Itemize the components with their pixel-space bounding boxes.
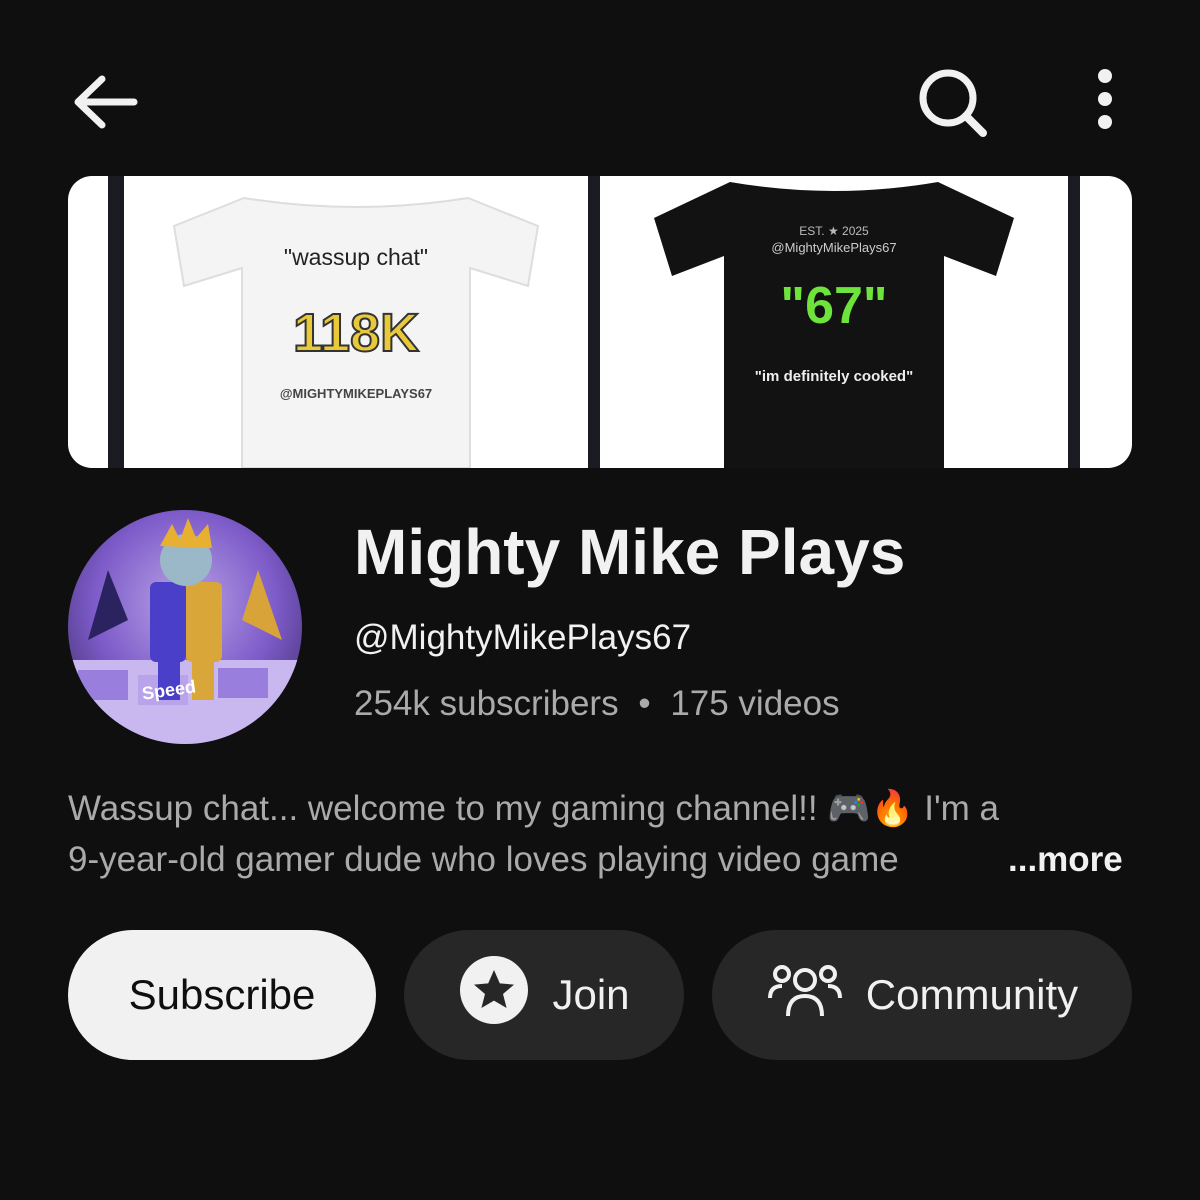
description-fade [940, 840, 1004, 884]
more-options-button[interactable] [1075, 60, 1135, 150]
channel-avatar[interactable]: Speed [68, 510, 302, 744]
description-text: I'm a [924, 789, 1000, 828]
description-more-link[interactable]: ...more [1004, 840, 1123, 880]
community-label: Community [865, 971, 1079, 1018]
banner-divider [108, 176, 124, 468]
channel-stats: 254k subscribers • 175 videos [354, 684, 840, 724]
white-shirt-handle: @MIGHTYMIKEPLAYS67 [279, 386, 433, 401]
community-icon [766, 958, 844, 1032]
top-bar [0, 0, 1200, 200]
search-icon [919, 69, 987, 137]
white-shirt-number: 118K [292, 302, 420, 364]
white-shirt-quote: "wassup chat" [283, 244, 429, 270]
white-shirt-image: "wassup chat" 118K @MIGHTYMIKEPLAYS67 [124, 176, 588, 468]
back-button[interactable] [62, 60, 152, 150]
channel-name: Mighty Mike Plays [354, 516, 906, 588]
description-line-1[interactable]: Wassup chat... welcome to my gaming chan… [68, 788, 1128, 829]
black-shirt-image: EST. ★ 2025 @MightyMikePlays67 "67" "im … [600, 176, 1068, 468]
more-vertical-icon [1098, 69, 1112, 129]
stats-separator: • [638, 684, 651, 723]
star-icon [458, 954, 530, 1036]
subscribe-button[interactable]: Subscribe [68, 930, 376, 1060]
description-text: Wassup chat... welcome to my gaming chan… [68, 789, 818, 828]
community-button[interactable]: Community [712, 930, 1132, 1060]
video-count: 175 videos [670, 684, 840, 723]
banner-divider [1068, 176, 1080, 468]
subscriber-count: 254k subscribers [354, 684, 619, 723]
description-emoji: 🎮🔥 [827, 789, 915, 828]
black-shirt-handle: @MightyMikePlays67 [771, 240, 897, 255]
subscribe-label: Subscribe [128, 971, 316, 1018]
channel-banner[interactable]: "wassup chat" 118K @MIGHTYMIKEPLAYS67 ES… [68, 176, 1132, 468]
channel-handle: @MightyMikePlays67 [354, 618, 692, 657]
black-shirt-est: EST. ★ 2025 [799, 224, 869, 238]
join-label: Join [552, 971, 630, 1018]
join-button[interactable]: Join [404, 930, 684, 1060]
banner-divider [588, 176, 600, 468]
description-line-2[interactable]: 9-year-old gamer dude who loves playing … [68, 840, 1008, 880]
black-shirt-number: "67" [780, 277, 888, 335]
black-shirt-quote: "im definitely cooked" [754, 368, 914, 385]
avatar-artwork [68, 518, 302, 744]
search-button[interactable] [905, 60, 1000, 150]
arrow-left-icon [74, 75, 138, 129]
